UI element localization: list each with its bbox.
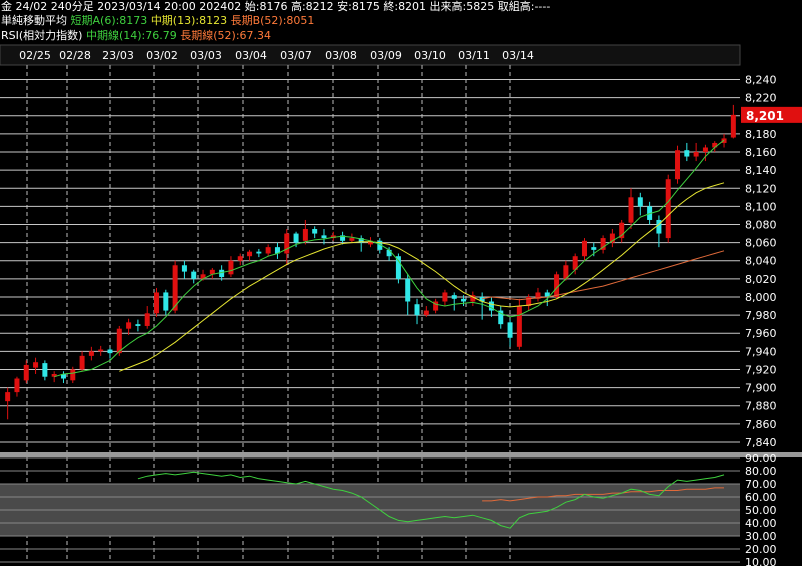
candle-body	[637, 197, 643, 207]
price-tick-label: 8,120	[745, 182, 777, 195]
x-tick-label: 03/10	[414, 49, 446, 62]
candle-body	[628, 197, 634, 223]
price-tick-label: 8,060	[745, 237, 777, 250]
last-price-label: 8,201	[746, 109, 784, 123]
candle-body	[730, 114, 736, 138]
candle-body	[516, 306, 522, 347]
candle-body	[163, 292, 169, 311]
x-tick-label: 03/14	[502, 49, 534, 62]
price-tick-label: 7,860	[745, 418, 777, 431]
price-tick-label: 7,880	[745, 400, 777, 413]
x-tick-label: 02/25	[19, 49, 51, 62]
price-tick-label: 8,220	[745, 92, 777, 105]
candle-body	[349, 238, 355, 241]
candle-body	[405, 278, 411, 302]
candle-body	[581, 240, 587, 257]
candlestick-chart[interactable]: 02/25 02/28 23/03 03/02 03/03 03/04 03/07 03/08…	[0, 0, 802, 566]
candle-body	[154, 292, 160, 314]
x-tick-label: 03/09	[370, 49, 402, 62]
price-tick-label: 8,180	[745, 128, 777, 141]
rsi-tick-label: 20.00	[745, 543, 777, 556]
price-tick-label: 7,900	[745, 382, 777, 395]
candle-body	[70, 369, 76, 381]
rsi-tick-label: 10.00	[745, 556, 777, 566]
candle-body	[79, 355, 85, 370]
candle-body	[684, 150, 690, 157]
panel-separator	[0, 452, 802, 457]
x-tick-label: 23/03	[102, 49, 134, 62]
candle-body	[451, 295, 457, 299]
candle-body	[284, 233, 290, 254]
candle-body	[386, 249, 392, 257]
price-tick-label: 8,140	[745, 164, 777, 177]
x-tick-label: 03/11	[458, 49, 490, 62]
x-tick-label: 02/28	[59, 49, 91, 62]
candle-body	[144, 313, 150, 326]
rsi-tick-label: 40.00	[745, 517, 777, 530]
rsi-tick-label: 90.00	[745, 452, 777, 465]
x-tick-label: 03/08	[325, 49, 357, 62]
x-tick-label: 03/07	[280, 49, 312, 62]
price-tick-label: 7,940	[745, 345, 777, 358]
candle-body	[693, 152, 699, 157]
price-tick-label: 8,000	[745, 291, 777, 304]
candle-body	[107, 349, 113, 354]
candle-body	[191, 271, 197, 279]
candle-body	[228, 260, 234, 275]
candle-body	[675, 150, 681, 180]
rsi-tick-label: 60.00	[745, 491, 777, 504]
price-tick-label: 8,080	[745, 218, 777, 231]
rsi-tick-label: 30.00	[745, 530, 777, 543]
x-tick-label: 03/03	[190, 49, 222, 62]
candle-body	[42, 363, 48, 377]
candle-body	[395, 256, 401, 279]
price-tick-label: 7,960	[745, 327, 777, 340]
candle-body	[302, 229, 308, 241]
candle-body	[423, 310, 429, 316]
candle-body	[591, 247, 597, 250]
candle-body	[219, 269, 225, 278]
candle-body	[665, 179, 671, 239]
candle-body	[33, 362, 39, 368]
candle-body	[5, 392, 11, 402]
candle-body	[712, 142, 718, 148]
price-tick-label: 8,240	[745, 74, 777, 87]
candle-body	[88, 351, 94, 356]
rsi-tick-label: 80.00	[745, 465, 777, 478]
price-tick-label: 7,920	[745, 363, 777, 376]
candle-body	[247, 251, 253, 257]
candle-body	[98, 349, 104, 352]
candle-body	[126, 322, 132, 329]
candle-body	[442, 292, 448, 302]
price-tick-label: 8,020	[745, 273, 777, 286]
candle-body	[507, 322, 513, 338]
candle-body	[321, 235, 327, 239]
candle-body	[265, 247, 271, 254]
price-tick-label: 8,100	[745, 200, 777, 213]
candle-body	[135, 324, 141, 326]
x-tick-label: 03/02	[146, 49, 178, 62]
candle-body	[256, 251, 262, 254]
candle-body	[23, 364, 29, 381]
candle-body	[312, 229, 318, 234]
rsi-tick-label: 70.00	[745, 478, 777, 491]
candle-body	[14, 378, 20, 393]
candle-body	[181, 265, 187, 272]
candle-body	[461, 298, 467, 302]
candle-body	[702, 147, 708, 153]
candle-body	[237, 256, 243, 261]
price-tick-label: 7,840	[745, 436, 777, 449]
price-tick-label: 8,160	[745, 146, 777, 159]
x-tick-label: 03/04	[235, 49, 267, 62]
price-tick-label: 7,980	[745, 309, 777, 322]
candle-body	[656, 219, 662, 234]
candle-body	[293, 233, 299, 243]
candle-body	[414, 304, 420, 316]
rsi-tick-label: 50.00	[745, 504, 777, 517]
price-tick-label: 8,040	[745, 255, 777, 268]
sma-long-line	[482, 250, 725, 301]
